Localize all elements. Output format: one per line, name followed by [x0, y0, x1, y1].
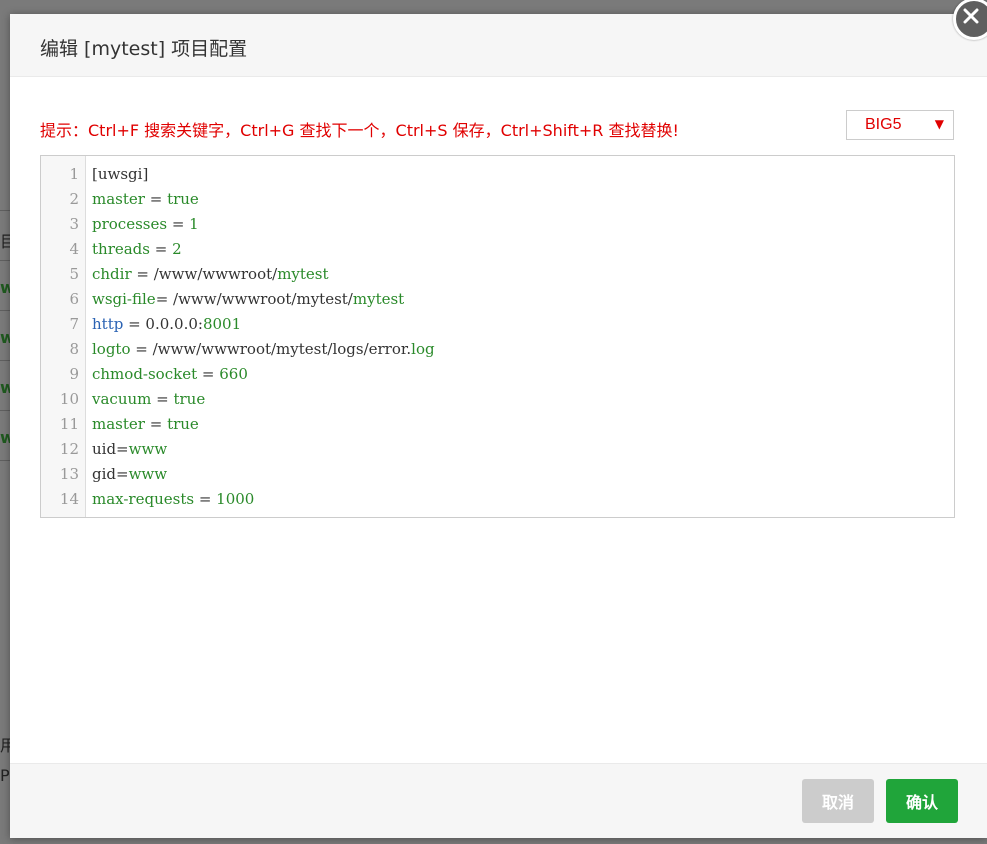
- code-token: chmod-socket: [92, 365, 198, 383]
- line-number: 3: [69, 215, 79, 233]
- background-text: 用: [0, 736, 10, 755]
- background-divider: [0, 310, 10, 311]
- shortcut-hint: 提示：Ctrl+F 搜索关键字，Ctrl+G 查找下一个，Ctrl+S 保存，C…: [40, 121, 679, 140]
- code-line: threads = 2: [92, 237, 182, 262]
- encoding-select[interactable]: BIG5 ▼: [846, 110, 954, 140]
- dialog-title: 编辑 [mytest] 项目配置: [40, 38, 248, 60]
- code-token: 1000: [216, 490, 255, 508]
- background-text: 目: [0, 232, 10, 251]
- line-number: 2: [69, 190, 79, 208]
- code-token: vacuum: [92, 390, 152, 408]
- code-line: http = 0.0.0.0:8001: [92, 312, 241, 337]
- code-token: [uwsgi]: [92, 165, 149, 183]
- code-token: 1: [189, 215, 199, 233]
- line-number: 8: [69, 340, 79, 358]
- code-token: chdir: [92, 265, 132, 283]
- code-token: processes: [92, 215, 168, 233]
- code-line: processes = 1: [92, 212, 199, 237]
- code-token: mytest: [277, 265, 329, 283]
- close-icon: [963, 8, 979, 24]
- code-token: =: [144, 415, 168, 433]
- code-token: = /www/wwwroot/mytest/: [155, 290, 353, 308]
- background-text: ww: [0, 328, 10, 347]
- code-token: true: [167, 190, 199, 208]
- line-number: 9: [69, 365, 79, 383]
- background-text: P: [0, 766, 10, 785]
- code-line: master = true: [92, 412, 199, 437]
- code-line: chdir = /www/wwwroot/mytest: [92, 262, 329, 287]
- background-text: ww: [0, 428, 10, 447]
- code-line: gid=www: [92, 462, 167, 487]
- background-divider: [0, 260, 10, 261]
- chevron-down-icon: ▼: [934, 117, 944, 131]
- background-divider: [0, 410, 10, 411]
- code-token: = /www/wwwroot/: [131, 265, 278, 283]
- cancel-button[interactable]: 取消: [802, 779, 874, 823]
- edit-config-dialog: 编辑 [mytest] 项目配置 提示：Ctrl+F 搜索关键字，Ctrl+G …: [10, 0, 987, 838]
- confirm-button[interactable]: 确认: [886, 779, 958, 823]
- code-token: =: [194, 490, 217, 508]
- code-token: 8001: [202, 315, 242, 333]
- code-token: www: [128, 465, 168, 483]
- code-line: master = true: [92, 187, 199, 212]
- line-number: 4: [69, 240, 79, 258]
- code-line: chmod-socket = 660: [92, 362, 248, 387]
- code-line: uid=www: [92, 437, 167, 462]
- background-text: ww: [0, 278, 10, 297]
- code-line: [uwsgi]: [92, 162, 148, 187]
- code-token: = 0.0.0.0:: [123, 315, 203, 333]
- code-token: mytest: [352, 290, 405, 308]
- code-token: wsgi-file: [92, 290, 156, 308]
- code-line: wsgi-file= /www/wwwroot/mytest/mytest: [92, 287, 404, 312]
- line-number: 1: [69, 165, 79, 183]
- dialog-footer: 取消 确认: [10, 763, 987, 838]
- line-number: 5: [69, 265, 79, 283]
- encoding-value: BIG5: [865, 116, 902, 133]
- line-number: 10: [59, 390, 79, 408]
- background-divider: [0, 210, 10, 211]
- code-token: log: [411, 340, 435, 358]
- background-divider: [0, 460, 10, 461]
- code-token: true: [167, 415, 199, 433]
- line-number: 14: [59, 490, 79, 508]
- code-line: vacuum = true: [92, 387, 205, 412]
- code-token: logto: [92, 340, 131, 358]
- code-token: max-requests: [92, 490, 195, 508]
- dialog-header: 编辑 [mytest] 项目配置: [10, 14, 987, 77]
- code-token: true: [173, 390, 206, 408]
- code-token: threads: [92, 240, 150, 258]
- code-token: www: [128, 440, 168, 458]
- code-token: uid=: [92, 440, 129, 458]
- background-divider: [0, 360, 10, 361]
- code-token: =: [151, 390, 174, 408]
- code-token: =: [197, 365, 220, 383]
- line-number: 13: [59, 465, 79, 483]
- line-number: 12: [59, 440, 79, 458]
- code-token: master: [92, 190, 145, 208]
- code-token: master: [92, 415, 145, 433]
- code-token: gid=: [92, 465, 129, 483]
- line-number: 6: [69, 290, 79, 308]
- line-number: 7: [69, 315, 79, 333]
- code-editor[interactable]: 1 2 3 4 5 6 7 8 9 10 11 12 13 14 [uwsgi] master = true…: [40, 155, 955, 518]
- code-token: http: [92, 315, 124, 333]
- line-number: 11: [59, 415, 79, 433]
- code-line: max-requests = 1000: [92, 487, 254, 512]
- background-text: ww: [0, 378, 10, 397]
- line-number-gutter: 1 2 3 4 5 6 7 8 9 10 11 12 13 14: [41, 156, 86, 517]
- code-token: 660: [219, 365, 248, 383]
- code-token: =: [149, 240, 173, 258]
- code-token: =: [144, 190, 168, 208]
- code-token: 2: [172, 240, 182, 258]
- code-token: = /www/wwwroot/mytest/logs/error.: [130, 340, 412, 358]
- code-line: logto = /www/wwwroot/mytest/logs/error.l…: [92, 337, 435, 362]
- code-token: =: [167, 215, 190, 233]
